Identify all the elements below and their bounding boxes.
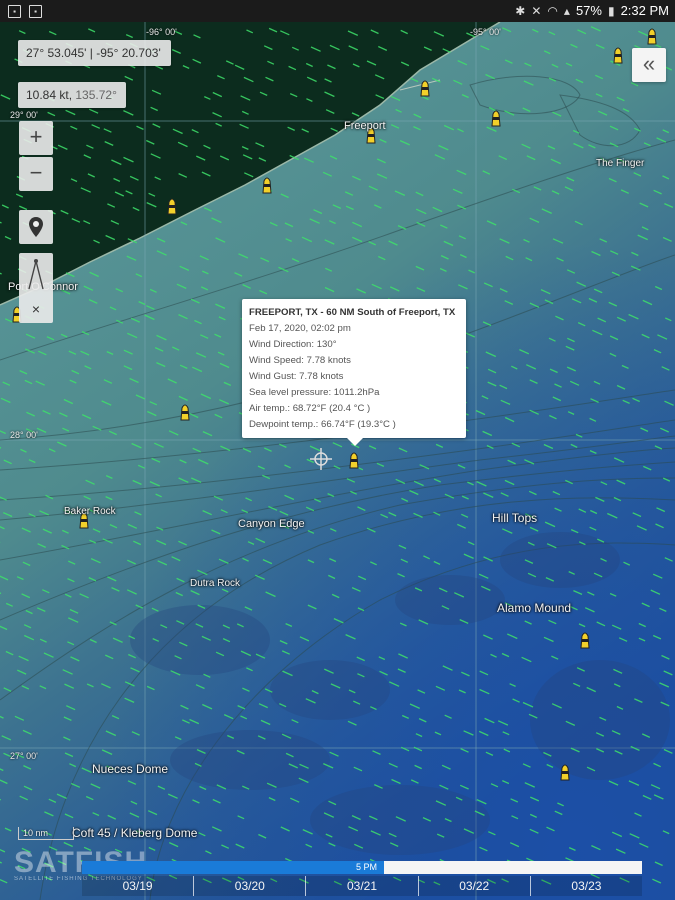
wifi-icon: ◠ <box>547 3 558 18</box>
timeline-date[interactable]: 03/21 <box>305 876 417 896</box>
speed-heading-display: 10.84 kt, 135.72° <box>18 82 126 108</box>
popup-wind-speed: Wind Speed: 7.78 knots <box>249 355 351 366</box>
buoy-icon[interactable] <box>558 760 572 782</box>
heading-value: 135.72° <box>75 88 117 102</box>
popup-dewpoint: Dewpoint temp.: 66.74°F (19.3°C ) <box>249 419 396 430</box>
place-label-dutra-rock: Dutra Rock <box>190 578 241 589</box>
location-pin-button[interactable] <box>19 210 53 244</box>
place-label-freeport: Freeport <box>344 120 386 132</box>
collapse-panel-button[interactable]: « <box>632 48 666 82</box>
place-label-canyon-edge: Canyon Edge <box>238 518 305 530</box>
place-label-nueces-dome: Nueces Dome <box>92 762 169 776</box>
popup-pressure: Sea level pressure: 1011.2hPa <box>249 387 380 398</box>
popup-title: FREEPORT, TX - 60 NM South of Freeport, … <box>249 307 456 318</box>
latitude-label: 28° 00' <box>10 430 38 440</box>
longitude-label: -95° 00' <box>470 27 501 37</box>
buoy-icon[interactable] <box>418 76 432 98</box>
place-label-baker-rock: Baker Rock <box>64 506 116 517</box>
speed-value: 10.84 kt <box>26 88 69 102</box>
timeline-date[interactable]: 03/19 <box>82 876 193 896</box>
battery-icon: ▮ <box>607 3 615 18</box>
timeline-progress <box>82 861 384 874</box>
longitude-label: -96° 00' <box>146 27 177 37</box>
place-label-alamo-mound: Alamo Mound <box>497 601 572 615</box>
buoy-icon[interactable] <box>178 400 192 422</box>
station-info-popup[interactable]: FREEPORT, TX - 60 NM South of Freeport, … <box>242 299 466 446</box>
battery-percent: 57% <box>575 3 602 18</box>
buoy-icon[interactable] <box>611 43 625 65</box>
bluetooth-icon: ✱ <box>515 3 526 18</box>
mute-icon: ✕ <box>531 3 542 18</box>
popup-air-temp: Air temp.: 68.72°F (20.4 °C ) <box>249 403 371 414</box>
status-bar: ▪ ▪ ✱ ✕ ◠ ▴ 57% ▮ 2:32 PM <box>0 0 675 22</box>
buoy-icon[interactable] <box>489 106 503 128</box>
zoom-in-button[interactable]: + <box>19 121 53 155</box>
buoy-icon[interactable] <box>645 24 659 46</box>
buoy-icon[interactable] <box>165 194 179 216</box>
measure-tool-panel[interactable]: × <box>19 253 53 323</box>
place-label-coft-kleberg-dome: Coft 45 / Kleberg Dome <box>72 826 198 840</box>
place-label-hill-tops: Hill Tops <box>492 511 538 525</box>
timeline-date[interactable]: 03/22 <box>417 876 530 896</box>
compass-measure-icon <box>28 259 44 290</box>
latitude-label: 27° 00' <box>10 751 38 761</box>
popup-wind-gust: Wind Gust: 7.78 knots <box>249 371 344 382</box>
timeline-date[interactable]: 03/23 <box>529 876 642 896</box>
buoy-icon[interactable] <box>260 173 274 195</box>
close-measure-button[interactable]: × <box>19 300 53 318</box>
timeline-date[interactable]: 03/20 <box>193 876 305 896</box>
timeline-slider[interactable]: 5 PM <box>82 861 642 874</box>
popup-datetime: Feb 17, 2020, 02:02 pm <box>249 323 351 334</box>
latitude-label: 29° 00' <box>10 110 38 120</box>
zoom-out-button[interactable]: − <box>19 157 53 191</box>
timeline-dates: 03/19 03/20 03/21 03/22 03/23 <box>82 876 642 896</box>
signal-icon: ▴ <box>563 3 570 18</box>
map-pin-icon <box>29 217 43 237</box>
gallery-notification-icon: ▪ <box>8 5 21 18</box>
popup-wind-direction: Wind Direction: 130° <box>249 339 337 350</box>
coordinates-display: 27° 53.045' | -95° 20.703' <box>18 40 171 66</box>
clock: 2:32 PM <box>620 3 669 18</box>
scale-bar: 10 nm <box>18 827 74 840</box>
buoy-icon[interactable] <box>347 448 361 470</box>
timeline-current-time: 5 PM <box>356 862 378 872</box>
buoy-icon[interactable] <box>578 628 592 650</box>
map-view[interactable]: -96° 00' -95° 00' 29° 00' 28° 00' 27° 00… <box>0 22 675 900</box>
place-label-the-finger: The Finger <box>596 158 645 169</box>
file-notification-icon: ▪ <box>29 5 42 18</box>
